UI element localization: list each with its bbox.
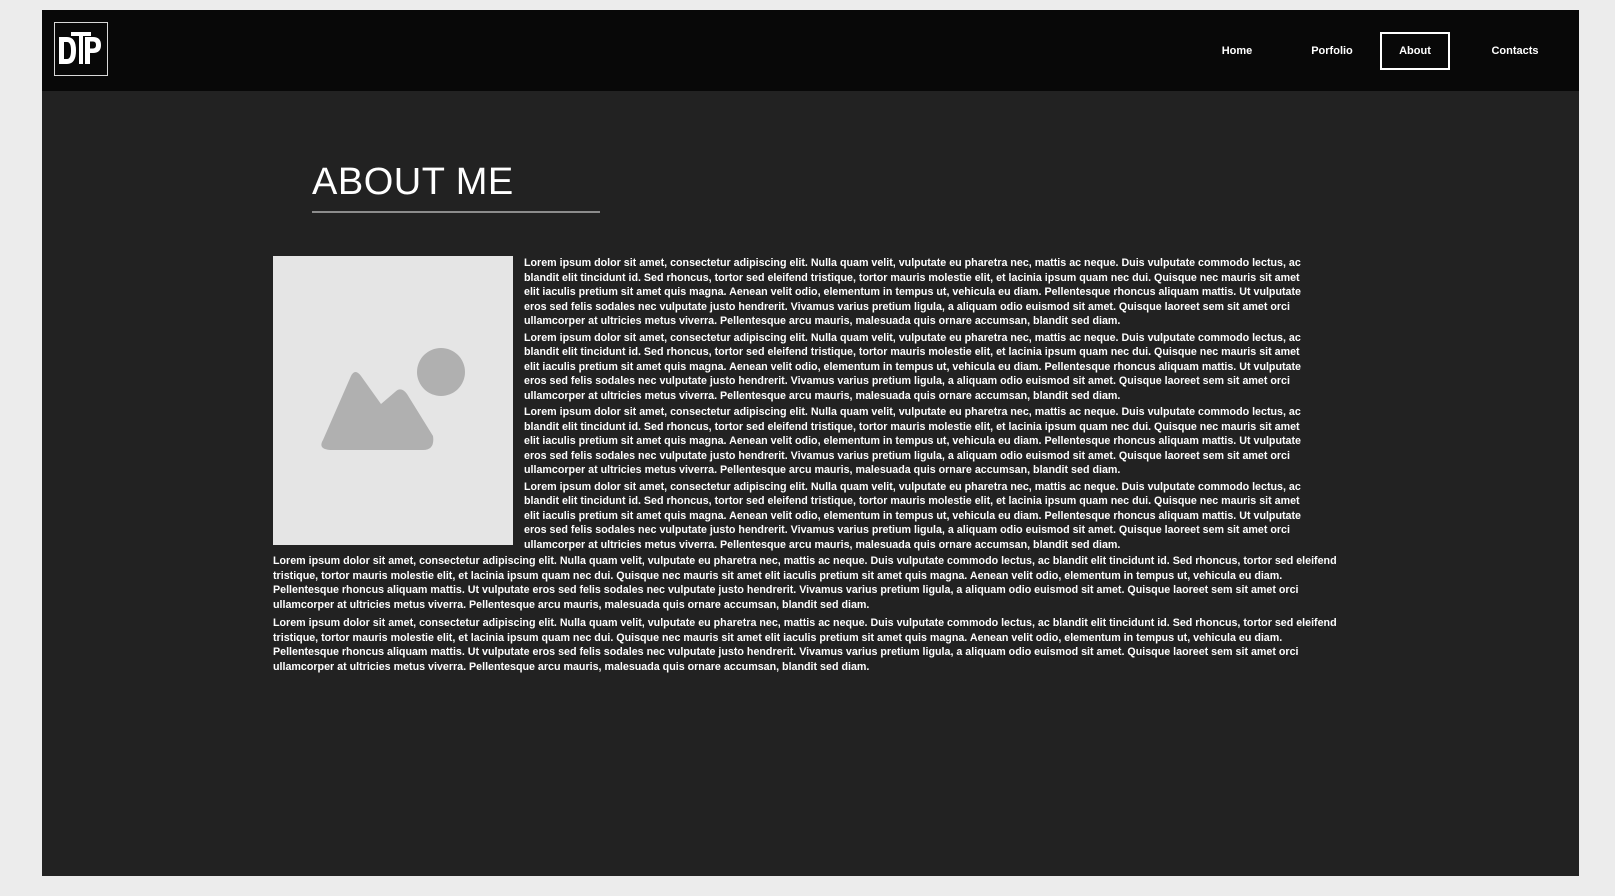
about-image <box>273 256 513 545</box>
page-title: ABOUT ME <box>312 161 514 203</box>
title-underline <box>312 211 600 213</box>
about-paragraph: Lorem ipsum dolor sit amet, consectetur … <box>273 555 1337 611</box>
page-frame: Home Porfolio About Contacts ABOUT ME Lo… <box>42 10 1579 876</box>
main-nav: Home Porfolio About Contacts <box>42 32 1579 70</box>
image-placeholder-icon <box>321 348 465 450</box>
nav-home[interactable]: Home <box>1202 32 1272 70</box>
about-content: Lorem ipsum dolor sit amet, consectetur … <box>273 256 1351 676</box>
header-bar: Home Porfolio About Contacts <box>42 10 1579 91</box>
nav-portfolio[interactable]: Porfolio <box>1292 32 1372 70</box>
nav-contacts[interactable]: Contacts <box>1470 32 1560 70</box>
nav-about[interactable]: About <box>1380 32 1450 70</box>
about-paragraph: Lorem ipsum dolor sit amet, consectetur … <box>273 617 1337 673</box>
